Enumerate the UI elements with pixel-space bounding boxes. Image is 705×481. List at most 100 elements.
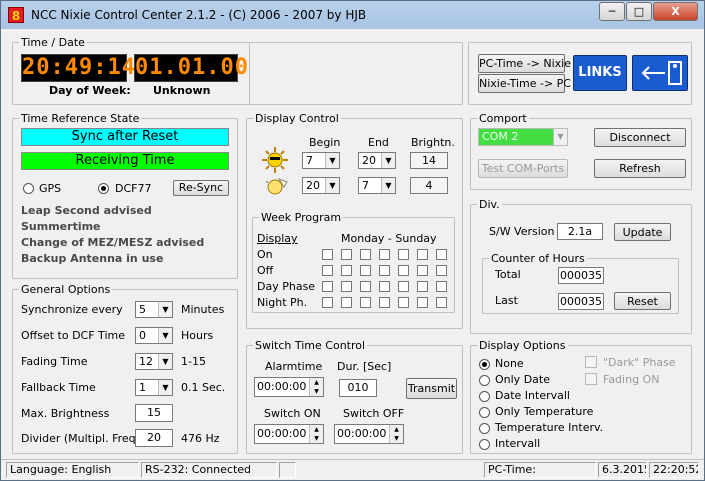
disconnect-button[interactable]: Disconnect xyxy=(594,128,686,147)
week-day-checkbox[interactable] xyxy=(398,265,409,276)
night-end-value: 7 xyxy=(362,179,369,192)
sw-version-label: S/W Version xyxy=(489,225,555,238)
day-brightness-field[interactable]: 14 xyxy=(410,152,448,169)
pc-time-label: PC-Time: xyxy=(484,462,596,478)
title-bar[interactable]: 8 NCC Nixie Control Center 2.1.2 - (C) 2… xyxy=(1,1,704,29)
day-begin-select[interactable]: 7 ▼ xyxy=(302,152,340,169)
divider-field[interactable]: 20 xyxy=(135,429,173,447)
week-day-checkbox[interactable] xyxy=(379,265,390,276)
week-day-checkbox[interactable] xyxy=(341,281,352,292)
week-day-checkbox[interactable] xyxy=(360,297,371,308)
spin-down-icon[interactable]: ▼ xyxy=(309,387,323,396)
spin-up-icon[interactable]: ▲ xyxy=(389,425,403,434)
reset-button[interactable]: Reset xyxy=(614,292,671,310)
minimize-button[interactable]: ─ xyxy=(599,2,625,21)
transmit-button[interactable]: Transmit xyxy=(406,378,457,399)
week-day-checkbox[interactable] xyxy=(322,281,333,292)
switch-off-spinner[interactable]: 00:00:00 ▲ ▼ xyxy=(334,424,404,444)
week-day-checkbox[interactable] xyxy=(379,281,390,292)
date-intervall-label: Date Intervall xyxy=(495,389,570,402)
refresh-button[interactable]: Refresh xyxy=(594,159,686,178)
week-day-checkbox[interactable] xyxy=(436,281,447,292)
week-day-checkbox[interactable] xyxy=(436,249,447,260)
pc-to-nixie-button[interactable]: PC-Time -> Nixie xyxy=(478,54,571,73)
com-port-select[interactable]: COM 2 ▼ xyxy=(478,128,568,146)
week-day-checkbox[interactable] xyxy=(398,281,409,292)
fading-on-checkbox[interactable] xyxy=(585,373,597,385)
maximize-button[interactable]: □ xyxy=(626,2,652,21)
week-day-checkbox[interactable] xyxy=(322,265,333,276)
spin-up-icon[interactable]: ▲ xyxy=(309,425,323,434)
day-end-select[interactable]: 20 ▼ xyxy=(358,152,396,169)
week-day-checkbox[interactable] xyxy=(436,265,447,276)
test-com-ports-button[interactable]: Test COM-Ports xyxy=(478,159,568,178)
dark-phase-checkbox[interactable] xyxy=(585,356,597,368)
alarmtime-spinner[interactable]: 00:00:00 ▲ ▼ xyxy=(254,377,324,397)
week-day-checkbox[interactable] xyxy=(322,297,333,308)
week-day-checkbox[interactable] xyxy=(360,281,371,292)
night-end-select[interactable]: 7 ▼ xyxy=(358,177,396,194)
temperature-interv-radio[interactable] xyxy=(479,423,490,434)
com-port-value: COM 2 xyxy=(482,130,519,143)
week-day-checkbox[interactable] xyxy=(360,249,371,260)
offset-select[interactable]: 0 ▼ xyxy=(135,327,173,344)
row-off-label: Off xyxy=(257,264,274,277)
none-label: None xyxy=(495,357,524,370)
fading-select[interactable]: 12 ▼ xyxy=(135,353,173,370)
exit-button[interactable] xyxy=(632,55,688,91)
only-date-radio[interactable] xyxy=(479,375,490,386)
week-day-checkbox[interactable] xyxy=(341,249,352,260)
counter-group: Counter of Hours Total 000035 Last 00003… xyxy=(482,252,679,314)
resync-button[interactable]: Re-Sync xyxy=(173,180,229,196)
spin-up-icon[interactable]: ▲ xyxy=(309,378,323,387)
week-day-checkbox[interactable] xyxy=(360,265,371,276)
group-title: Counter of Hours xyxy=(489,252,587,265)
switch-time-group: Switch Time Control Alarmtime Dur. [Sec]… xyxy=(246,339,463,454)
week-day-checkbox[interactable] xyxy=(341,297,352,308)
top-buttons-group: PC-Time -> Nixie Nixie-Time -> PC LINKS xyxy=(468,42,692,105)
week-day-checkbox[interactable] xyxy=(417,297,428,308)
week-program-group: Week Program Display Monday - Sunday On … xyxy=(252,211,455,313)
summertime-status: Summertime xyxy=(21,220,101,233)
duration-field[interactable]: 010 xyxy=(339,379,377,397)
week-day-checkbox[interactable] xyxy=(417,281,428,292)
week-day-checkbox[interactable] xyxy=(398,249,409,260)
sun-icon xyxy=(262,147,288,173)
week-day-checkbox[interactable] xyxy=(417,265,428,276)
week-day-checkbox[interactable] xyxy=(417,249,428,260)
night-begin-select[interactable]: 20 ▼ xyxy=(302,177,340,194)
chevron-down-icon: ▼ xyxy=(381,153,395,168)
intervall-label: Intervall xyxy=(495,437,541,450)
nixie-to-pc-button[interactable]: Nixie-Time -> PC xyxy=(478,74,571,93)
leap-second-status: Leap Second advised xyxy=(21,204,152,217)
intervall-radio[interactable] xyxy=(479,439,490,450)
update-button[interactable]: Update xyxy=(614,223,671,241)
links-button[interactable]: LINKS xyxy=(573,55,627,91)
sync-status-bar: Sync after Reset xyxy=(21,128,229,146)
offset-label: Offset to DCF Time xyxy=(21,329,125,342)
chevron-down-icon: ▼ xyxy=(381,178,395,193)
sync-interval-select[interactable]: 5 ▼ xyxy=(135,301,173,318)
close-button[interactable]: X xyxy=(653,2,698,21)
none-radio[interactable] xyxy=(479,359,490,370)
offset-value: 0 xyxy=(139,329,146,342)
max-brightness-field[interactable]: 15 xyxy=(135,404,173,422)
spin-down-icon[interactable]: ▼ xyxy=(309,434,323,443)
week-day-checkbox[interactable] xyxy=(379,297,390,308)
fallback-select[interactable]: 1 ▼ xyxy=(135,379,173,396)
week-day-checkbox[interactable] xyxy=(398,297,409,308)
group-title: Time Reference State xyxy=(19,112,142,125)
gps-radio[interactable] xyxy=(23,183,34,194)
week-day-checkbox[interactable] xyxy=(436,297,447,308)
switch-on-spinner[interactable]: 00:00:00 ▲ ▼ xyxy=(254,424,324,444)
spin-down-icon[interactable]: ▼ xyxy=(389,434,403,443)
week-day-checkbox[interactable] xyxy=(379,249,390,260)
week-day-checkbox[interactable] xyxy=(341,265,352,276)
only-temperature-radio[interactable] xyxy=(479,407,490,418)
app-icon[interactable]: 8 xyxy=(8,7,24,23)
week-day-checkbox[interactable] xyxy=(322,249,333,260)
comport-group: Comport COM 2 ▼ Disconnect Test COM-Ports… xyxy=(470,112,692,190)
date-intervall-radio[interactable] xyxy=(479,391,490,402)
night-brightness-field[interactable]: 4 xyxy=(410,177,448,194)
dcf77-radio[interactable] xyxy=(98,183,109,194)
